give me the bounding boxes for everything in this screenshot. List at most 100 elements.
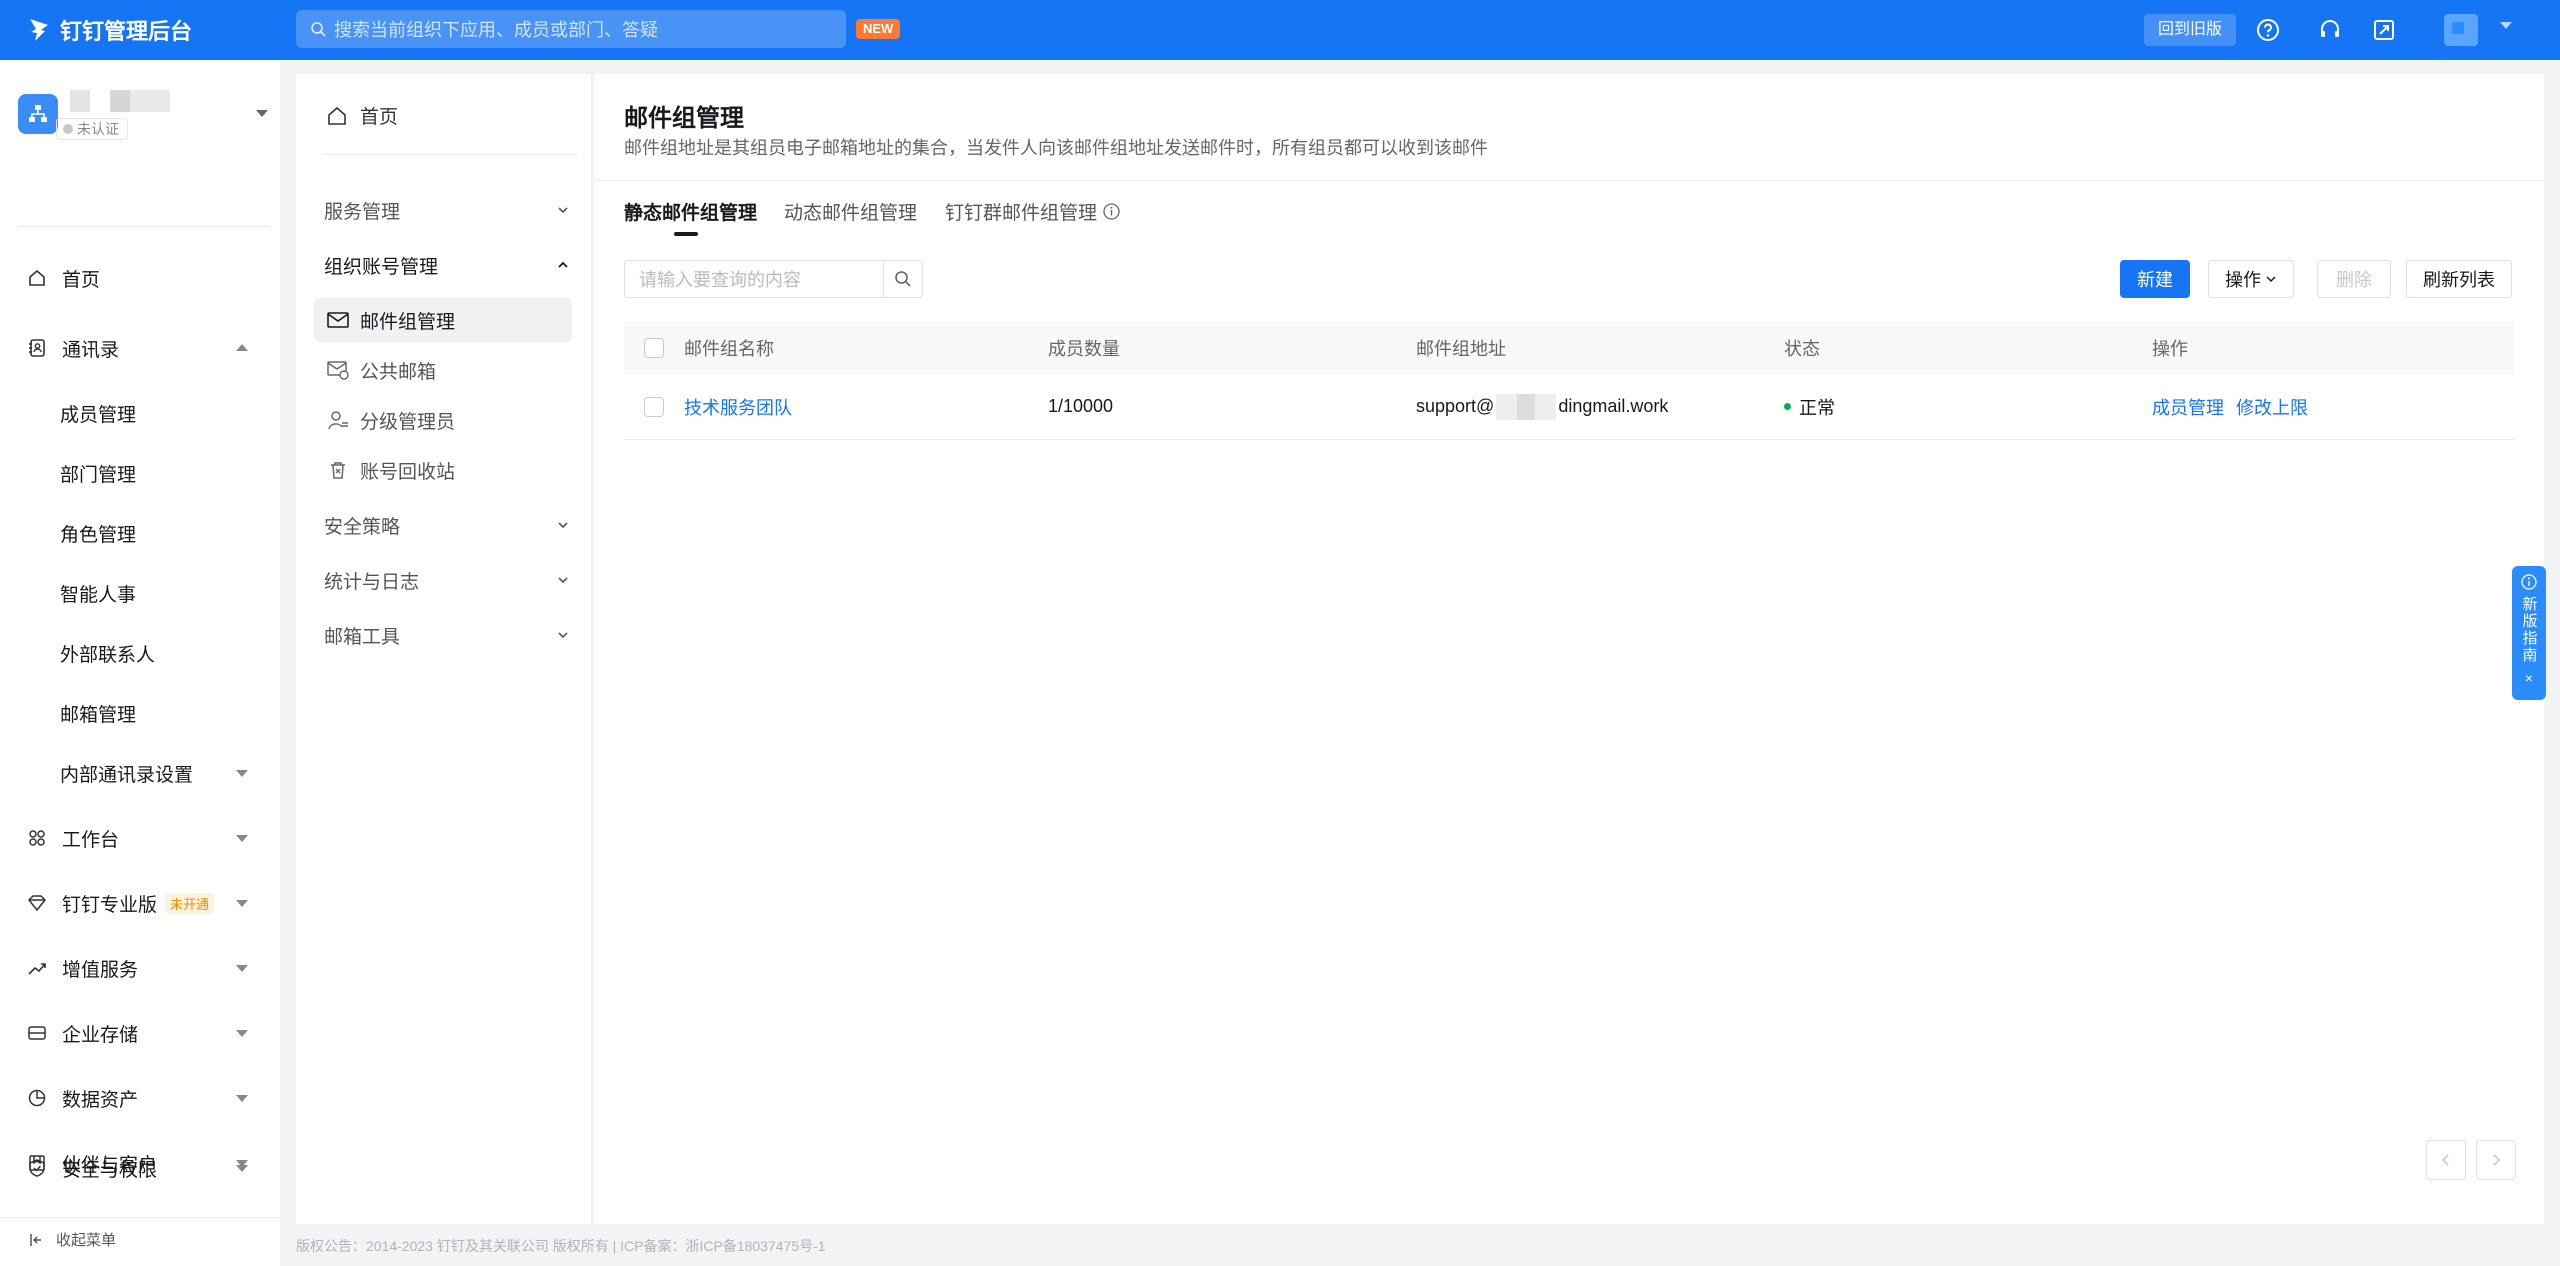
refresh-list-button[interactable]: 刷新列表 [2406, 260, 2512, 298]
col-address: 邮件组地址 [1416, 339, 1506, 359]
subnav-group-security-policy[interactable]: 安全策略 [324, 507, 578, 543]
new-version-guide[interactable]: 新版指南 × [2512, 566, 2546, 700]
query-input[interactable]: 请输入要查询的内容 [624, 260, 884, 298]
status: 正常 [1784, 374, 1835, 439]
chevron-down-icon [236, 835, 248, 842]
customer-service-icon[interactable] [2316, 16, 2344, 44]
chevron-down-icon [236, 1165, 248, 1172]
chevron-down-icon[interactable] [2500, 22, 2512, 29]
select-all-checkbox[interactable] [644, 322, 664, 374]
divider [18, 226, 270, 227]
close-icon[interactable]: × [2525, 670, 2533, 686]
trend-icon [26, 957, 48, 979]
chevron-up-icon [558, 261, 568, 268]
sidebar-item-smart-hr[interactable]: 智能人事 [0, 573, 280, 613]
create-button[interactable]: 新建 [2120, 260, 2190, 298]
verify-status-badge: 未认证 [56, 118, 128, 140]
chevron-down-icon [558, 522, 568, 529]
divider [0, 1217, 280, 1218]
fullscreen-icon[interactable] [2370, 16, 2398, 44]
page-title: 邮件组管理 [624, 105, 744, 132]
mail-group-table: 邮件组名称 成员数量 邮件组地址 状态 操作 技术服务团队 1/10000 su… [624, 322, 2514, 440]
sidebar-item-security[interactable]: 安全与权限 [0, 1148, 280, 1188]
sidebar-item-value-added[interactable]: 增值服务 [0, 948, 280, 988]
prev-page-button[interactable] [2426, 1140, 2466, 1180]
chevron-down-icon [236, 900, 248, 907]
member-manage-link[interactable]: 成员管理 [2152, 394, 2224, 420]
main-panel: 邮件组管理 邮件组地址是其组员电子邮箱地址的集合，当发件人向该邮件组地址发送邮件… [594, 74, 2544, 1224]
subnav-group-mail-tools[interactable]: 邮箱工具 [324, 617, 578, 653]
row-actions: 成员管理 修改上限 [2152, 374, 2308, 439]
masked-text [1496, 393, 1557, 420]
brand-title: 钉钉管理后台 [60, 19, 193, 44]
trash-icon [326, 459, 350, 481]
storage-icon [26, 1022, 48, 1044]
chevron-down-icon [236, 1095, 248, 1102]
shield-icon [26, 1157, 48, 1179]
next-page-button[interactable] [2476, 1140, 2516, 1180]
query-search-button[interactable] [883, 260, 923, 298]
modify-limit-link[interactable]: 修改上限 [2236, 394, 2308, 420]
chevron-down-icon [558, 207, 568, 214]
mail-group-name-link[interactable]: 技术服务团队 [684, 374, 792, 439]
brand[interactable]: 钉钉管理后台 [28, 14, 192, 46]
search-icon [311, 22, 326, 37]
org-name-masked [70, 90, 170, 112]
sidebar-item-departments[interactable]: 部门管理 [0, 453, 280, 493]
col-count: 成员数量 [1048, 339, 1120, 359]
sidebar-item-home[interactable]: 首页 [0, 258, 280, 298]
subnav-group-org-account[interactable]: 组织账号管理 [324, 247, 578, 283]
table-header: 邮件组名称 成员数量 邮件组地址 状态 操作 [624, 322, 2514, 374]
divider [594, 180, 2544, 181]
tab-static-mail-group[interactable]: 静态邮件组管理 [624, 198, 757, 225]
subnav-home[interactable]: 首页 [326, 102, 398, 129]
back-to-old-version-button[interactable]: 回到旧版 [2144, 14, 2237, 46]
sidebar-item-storage[interactable]: 企业存储 [0, 1013, 280, 1053]
operations-dropdown[interactable]: 操作 [2208, 260, 2294, 298]
chevron-down-icon [236, 770, 248, 777]
sidebar-item-mailbox[interactable]: 邮箱管理 [0, 693, 280, 733]
help-icon[interactable] [2254, 16, 2282, 44]
tab-dynamic-mail-group[interactable]: 动态邮件组管理 [784, 198, 917, 225]
guide-text: 新版指南 [2520, 596, 2538, 664]
chevron-up-icon [236, 344, 248, 351]
subnav-item-public-mailbox[interactable]: 公共邮箱 [314, 348, 572, 392]
global-search-placeholder: 搜索当前组织下应用、成员或部门、答疑 [334, 20, 658, 40]
contacts-icon [26, 337, 48, 359]
sidebar-item-roles[interactable]: 角色管理 [0, 513, 280, 553]
info-icon[interactable] [1103, 203, 1120, 220]
not-activated-badge: 未开通 [165, 892, 215, 914]
row-checkbox[interactable] [644, 374, 664, 439]
sidebar-item-external-contacts[interactable]: 外部联系人 [0, 633, 280, 673]
table-row: 技术服务团队 1/10000 support@ dingmail.work 正常 … [624, 374, 2514, 440]
mail-icon [326, 309, 350, 331]
sidebar-item-data-assets[interactable]: 数据资产 [0, 1078, 280, 1118]
mail-group-address: support@ dingmail.work [1416, 374, 1668, 439]
chevron-down-icon [236, 1030, 248, 1037]
subnav-group-service[interactable]: 服务管理 [324, 192, 578, 228]
org-icon [18, 94, 58, 134]
status-dot [1784, 403, 1791, 410]
delete-button[interactable]: 删除 [2317, 260, 2391, 298]
subnav-item-admins[interactable]: 分级管理员 [314, 398, 572, 442]
subnav-item-recycle-bin[interactable]: 账号回收站 [314, 448, 572, 492]
subnav-group-stats-logs[interactable]: 统计与日志 [324, 562, 578, 598]
sidebar-item-members[interactable]: 成员管理 [0, 393, 280, 433]
sidebar-item-workbench[interactable]: 工作台 [0, 818, 280, 858]
collapse-menu-button[interactable]: 收起菜单 [28, 1229, 116, 1250]
admin-user-icon [326, 409, 350, 431]
user-avatar[interactable] [2444, 14, 2478, 46]
data-icon [26, 1087, 48, 1109]
subnav-item-mail-group[interactable]: 邮件组管理 [314, 298, 572, 342]
tab-dingtalk-group-mail[interactable]: 钉钉群邮件组管理 [945, 198, 1120, 225]
public-mail-icon [326, 359, 350, 381]
divider [324, 154, 578, 155]
sidebar-item-internal-contacts-settings[interactable]: 内部通讯录设置 [0, 753, 280, 793]
home-icon [26, 267, 48, 289]
sidebar-item-contacts[interactable]: 通讯录 [0, 328, 280, 368]
sidebar-item-pro[interactable]: 钉钉专业版 未开通 [0, 883, 280, 923]
secondary-nav: 首页 服务管理 组织账号管理 邮件组管理 公共邮箱 分级管理员 账号回收站 安全… [296, 74, 592, 1224]
member-count: 1/10000 [1048, 396, 1114, 416]
global-search-input[interactable]: 搜索当前组织下应用、成员或部门、答疑 [296, 10, 846, 48]
chevron-down-icon[interactable] [256, 110, 268, 117]
